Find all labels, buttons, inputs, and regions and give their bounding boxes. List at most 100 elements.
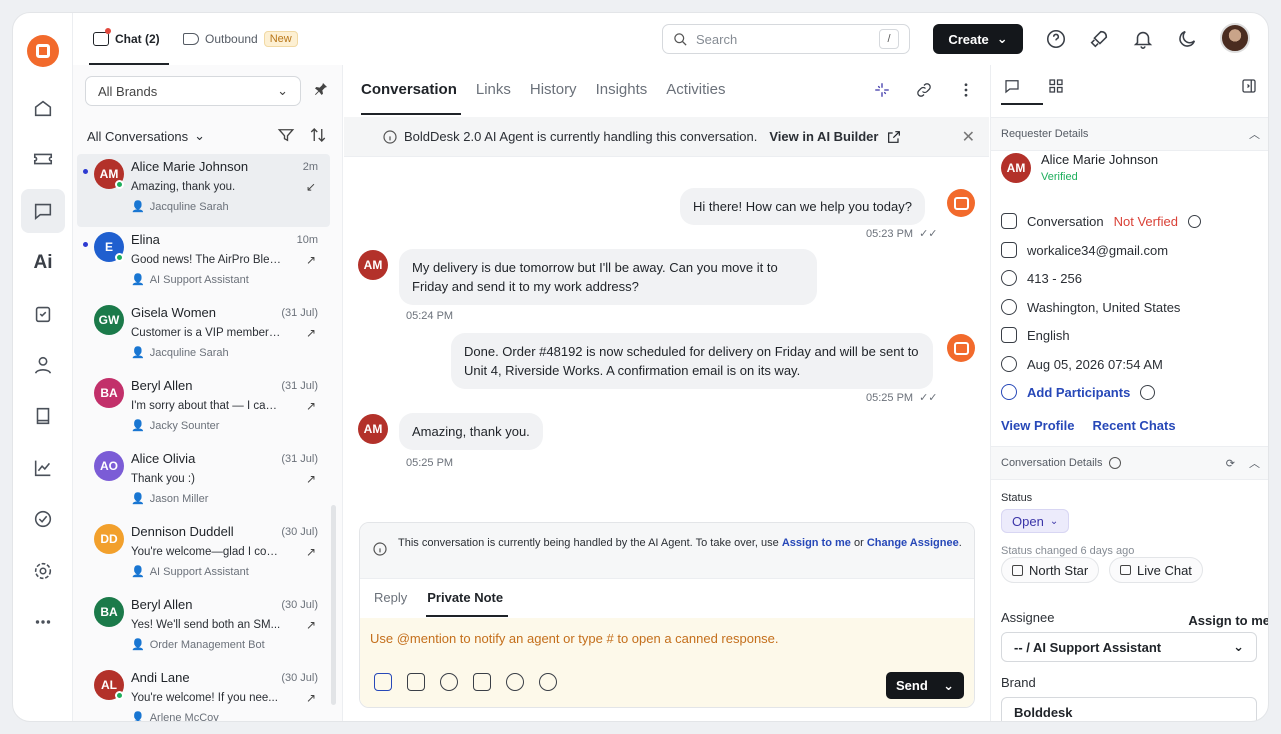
collapse-panel-icon[interactable] xyxy=(1240,77,1258,98)
active-tab-indicator xyxy=(1001,103,1043,105)
send-button[interactable]: Send ⌄ xyxy=(886,672,964,699)
verification-row: Conversation Not Verfied xyxy=(1001,213,1201,229)
channel-chip[interactable]: Live Chat xyxy=(1109,557,1203,583)
ai-sparkle-icon[interactable] xyxy=(873,81,891,99)
chevron-down-icon[interactable]: ⌄ xyxy=(943,678,954,694)
bell-icon[interactable] xyxy=(1131,27,1155,51)
chat-icon[interactable] xyxy=(21,189,65,233)
conversation-item[interactable]: E Elina 10m Good news! The AirPro Blen... ↗ 👤… xyxy=(77,227,330,300)
text-format-icon[interactable] xyxy=(374,673,392,691)
note-period: . xyxy=(958,537,962,549)
ai-icon[interactable]: Ai xyxy=(21,241,65,285)
more-vertical-icon[interactable] xyxy=(957,81,975,99)
conversation-item[interactable]: BA Beryl Allen (30 Jul) Yes! We'll send bot… xyxy=(77,592,330,665)
info-icon[interactable] xyxy=(1108,457,1121,469)
assign-to-me-button[interactable]: Assign to me xyxy=(1188,613,1268,628)
person-icon: 👤 xyxy=(131,420,145,432)
status-dropdown[interactable]: Open ⌄ xyxy=(1001,509,1070,533)
rocket-icon[interactable] xyxy=(1087,27,1111,51)
conversation-item[interactable]: DD Dennison Duddell (30 Jul) You're welcome… xyxy=(77,519,330,592)
add-icon[interactable] xyxy=(539,673,557,691)
tickets-icon[interactable] xyxy=(21,137,65,181)
pin-icon[interactable] xyxy=(313,81,329,100)
tab-outbound[interactable]: Outbound New xyxy=(183,27,298,51)
change-assignee-link[interactable]: Change Assignee xyxy=(867,537,959,549)
contacts-icon[interactable] xyxy=(21,343,65,387)
arrow-icon: ↗ xyxy=(305,472,316,486)
agent-name: Jacquline Sarah xyxy=(149,200,229,213)
tab-conversation[interactable]: Conversation xyxy=(361,81,457,98)
conversation-item[interactable]: AL Andi Lane (30 Jul) You're welcome! If yo… xyxy=(77,665,330,721)
info-icon[interactable] xyxy=(1187,214,1201,228)
tab-links[interactable]: Links xyxy=(476,81,511,98)
brand-filter-dropdown[interactable]: All Brands ⌄ xyxy=(85,76,301,106)
conversation-item[interactable]: AO Alice Olivia (31 Jul) Thank you :) ↗ 👤 Jaso… xyxy=(77,446,330,519)
search-input[interactable]: Search / xyxy=(662,24,910,54)
view-in-ai-builder-link[interactable]: View in AI Builder xyxy=(769,129,878,144)
close-icon[interactable]: ✕ xyxy=(962,127,975,147)
link-icon[interactable] xyxy=(915,81,933,99)
settings-gear-icon[interactable] xyxy=(21,549,65,593)
tab-reply[interactable]: Reply xyxy=(374,590,407,605)
details-tab-icon[interactable] xyxy=(1001,75,1023,97)
reports-icon[interactable] xyxy=(21,446,65,490)
location-value: Washington, United States xyxy=(1027,299,1181,315)
requester-details-header[interactable]: Requester Details ︿ xyxy=(991,117,1268,151)
conversation-item[interactable]: GW Gisela Women (31 Jul) Customer is a VIP … xyxy=(77,300,330,373)
conversation-filter-dropdown[interactable]: All Conversations ⌄ xyxy=(87,128,205,144)
assigned-agent: 👤 Jason Miller xyxy=(131,492,208,506)
arrow-icon: ↗ xyxy=(305,253,316,267)
attachment-icon[interactable] xyxy=(440,673,458,691)
emoji-icon[interactable] xyxy=(506,673,524,691)
canned-response-icon[interactable] xyxy=(407,673,425,691)
image-icon[interactable] xyxy=(473,673,491,691)
approvals-icon[interactable] xyxy=(21,497,65,541)
phone-value[interactable]: 413 - 256 xyxy=(1027,271,1082,286)
help-icon[interactable] xyxy=(1044,27,1068,51)
app-logo[interactable] xyxy=(27,35,59,67)
assignee-dropdown[interactable]: -- / AI Support Assistant ⌄ xyxy=(1001,632,1257,662)
add-participants-link[interactable]: Add Participants xyxy=(1027,385,1130,400)
sort-icon[interactable] xyxy=(309,126,327,144)
more-icon[interactable] xyxy=(21,600,65,644)
add-participants-row[interactable]: Add Participants xyxy=(1001,384,1156,400)
conversation-item[interactable]: BA Beryl Allen (31 Jul) I'm sorry about tha… xyxy=(77,373,330,446)
left-nav-rail: Ai xyxy=(13,13,73,721)
email-value[interactable]: workalice34@gmail.com xyxy=(1027,243,1168,258)
conversation-details-header[interactable]: Conversation Details ⟳ ︿ xyxy=(991,446,1268,480)
tab-private-note[interactable]: Private Note xyxy=(427,590,503,605)
online-indicator xyxy=(115,691,124,700)
user-avatar[interactable] xyxy=(1220,23,1250,53)
tab-chat[interactable]: Chat (2) xyxy=(93,27,160,51)
recent-chats-link[interactable]: Recent Chats xyxy=(1092,418,1175,433)
refresh-icon[interactable]: ⟳ xyxy=(1226,457,1235,470)
search-icon xyxy=(674,32,687,46)
date-row: Aug 05, 2026 07:54 AM xyxy=(1001,356,1163,372)
chevron-up-icon[interactable]: ︿ xyxy=(1249,455,1260,471)
tab-activities[interactable]: Activities xyxy=(666,81,725,98)
private-note-input[interactable]: Use @mention to notify an agent or type … xyxy=(360,618,974,707)
tab-history[interactable]: History xyxy=(530,81,577,98)
assign-to-me-link[interactable]: Assign to me xyxy=(782,537,851,549)
knowledge-base-icon[interactable] xyxy=(21,394,65,438)
chevron-up-icon[interactable]: ︿ xyxy=(1249,126,1260,142)
tab-insights[interactable]: Insights xyxy=(596,81,648,98)
external-link-icon[interactable] xyxy=(886,129,902,145)
view-profile-link[interactable]: View Profile xyxy=(1001,418,1074,433)
brand-chip[interactable]: North Star xyxy=(1001,557,1100,583)
brand-field[interactable]: Bolddesk xyxy=(1001,697,1257,721)
conversation-list-pane: All Brands ⌄ All Conversations ⌄ AM Alice… xyxy=(73,65,343,721)
bot-avatar xyxy=(947,334,975,362)
filter-icon[interactable] xyxy=(277,126,295,144)
apps-grid-icon[interactable] xyxy=(1045,75,1067,97)
list-scrollbar[interactable] xyxy=(331,505,336,705)
conversation-item[interactable]: AM Alice Marie Johnson 2m Amazing, thank yo… xyxy=(77,154,330,227)
double-check-icon: ✓✓ xyxy=(919,228,938,240)
info-icon[interactable] xyxy=(1140,384,1156,400)
tasks-icon[interactable] xyxy=(21,292,65,336)
conversation-label: Conversation xyxy=(1027,213,1104,229)
home-icon[interactable] xyxy=(21,86,65,130)
moon-icon[interactable] xyxy=(1175,27,1199,51)
email-row: workalice34@gmail.com xyxy=(1001,242,1168,258)
create-button[interactable]: Create ⌄ xyxy=(933,24,1023,54)
